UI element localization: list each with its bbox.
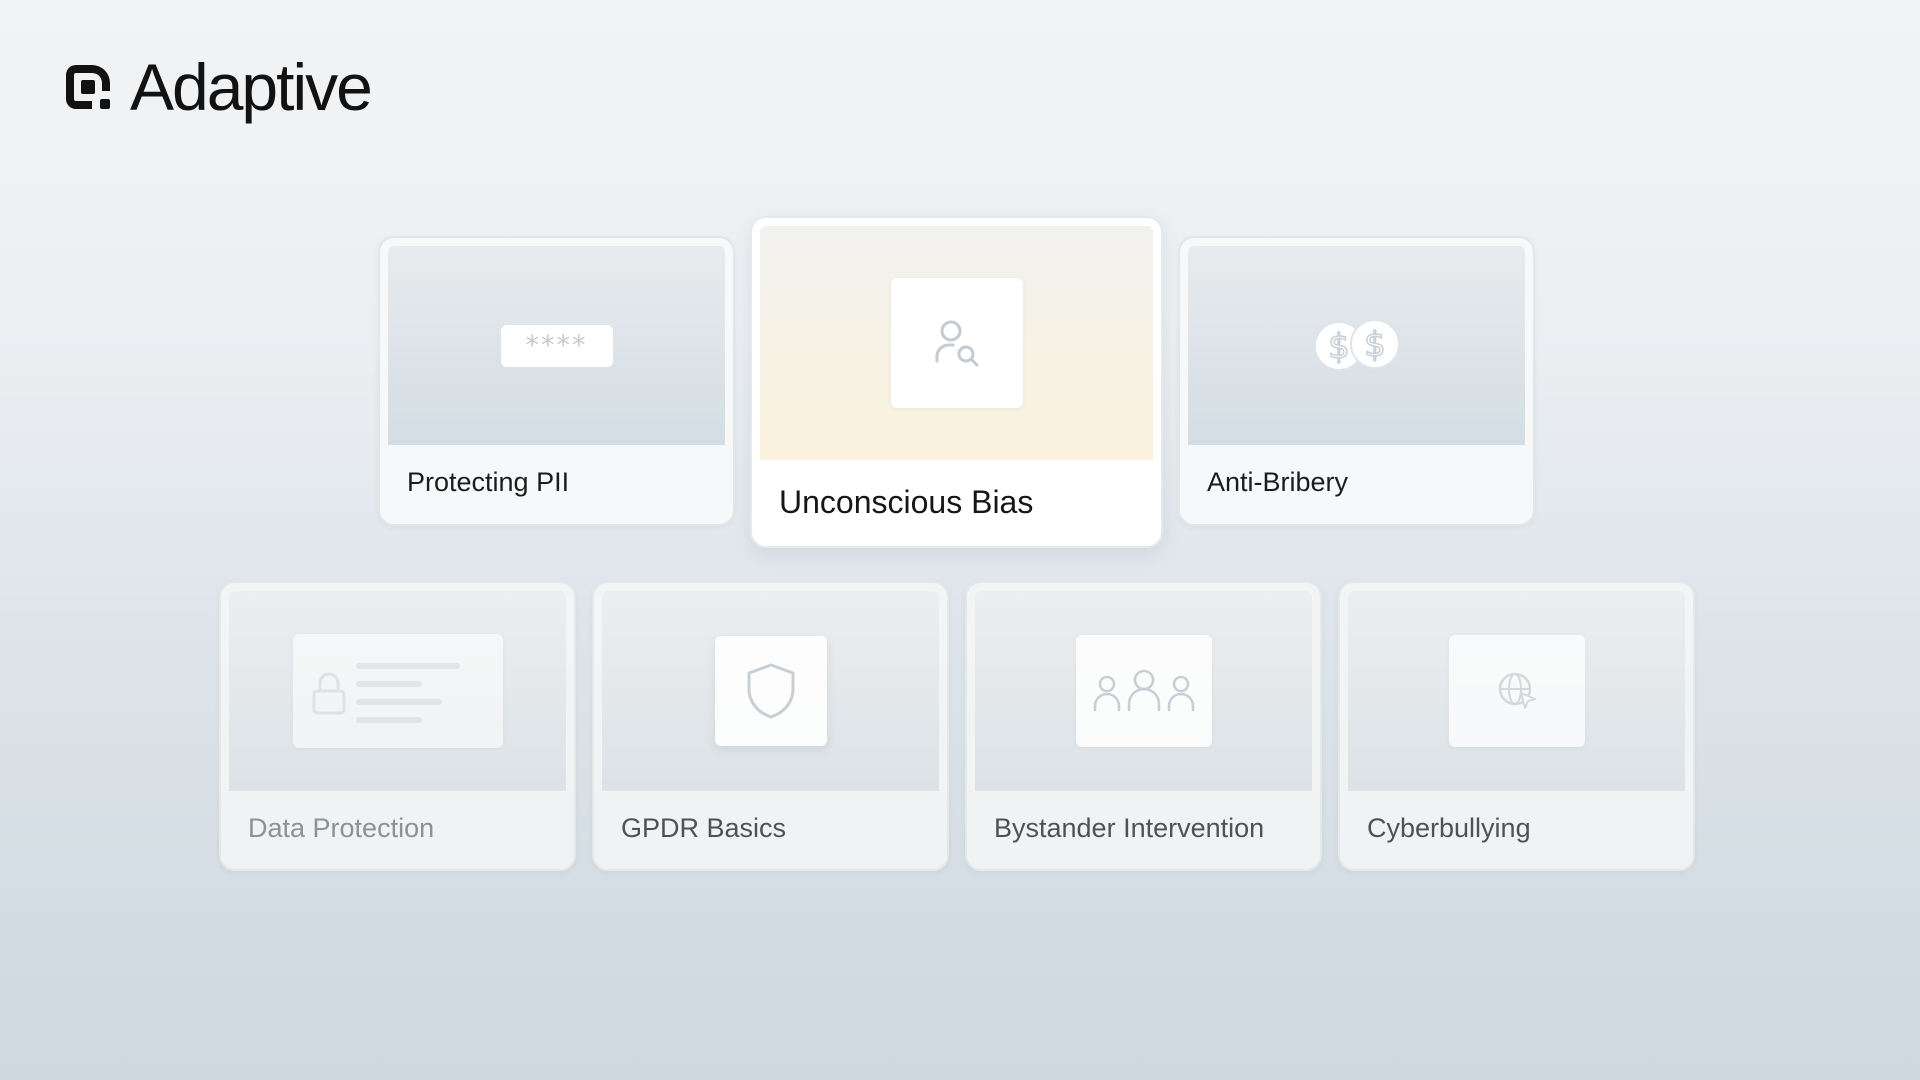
course-thumbnail [975, 591, 1312, 791]
course-thumbnail [1348, 591, 1685, 791]
course-thumbnail [602, 591, 939, 791]
course-thumbnail [760, 226, 1153, 460]
course-card-cyberbullying[interactable]: Cyberbullying [1338, 581, 1695, 871]
brand-name: Adaptive [130, 50, 373, 124]
locked-document-icon [312, 663, 460, 723]
course-title: Data Protection [248, 813, 435, 843]
course-title: Bystander Intervention [994, 813, 1265, 843]
course-thumbnail [229, 591, 566, 791]
svg-text:$: $ [1364, 325, 1386, 365]
icon-tile [1075, 635, 1212, 747]
people-group-icon [1093, 669, 1194, 712]
course-card-anti-bribery[interactable]: $ $ Anti-Bribery [1178, 236, 1535, 526]
dollar-coins-icon: $ $ [1313, 318, 1400, 371]
course-card-protecting-pii[interactable]: **** Protecting PII [378, 236, 735, 526]
svg-text:$: $ [1328, 327, 1350, 367]
course-title: GPDR Basics [621, 813, 787, 843]
icon-tile [1448, 635, 1585, 747]
course-card-bystander-intervention[interactable]: Bystander Intervention [965, 581, 1322, 871]
icon-tile [292, 634, 503, 748]
course-card-unconscious-bias[interactable]: Unconscious Bias [750, 216, 1163, 548]
globe-cursor-icon [1498, 672, 1536, 709]
course-card-data-protection[interactable]: Data Protection [219, 581, 576, 871]
icon-tile [890, 278, 1023, 408]
adaptive-logo-icon [66, 65, 110, 109]
person-search-icon [935, 320, 978, 367]
shield-icon [747, 663, 794, 719]
password-field-icon: **** [500, 324, 613, 367]
icon-tile [714, 636, 827, 746]
brand-logo: Adaptive [62, 50, 373, 124]
course-title: Anti-Bribery [1207, 467, 1349, 497]
course-thumbnail: $ $ [1188, 246, 1525, 445]
course-title: Protecting PII [407, 467, 570, 497]
course-title: Unconscious Bias [779, 484, 1034, 520]
course-thumbnail: **** [388, 246, 725, 445]
course-card-gpdr-basics[interactable]: GPDR Basics [592, 581, 949, 871]
course-title: Cyberbullying [1367, 813, 1531, 843]
